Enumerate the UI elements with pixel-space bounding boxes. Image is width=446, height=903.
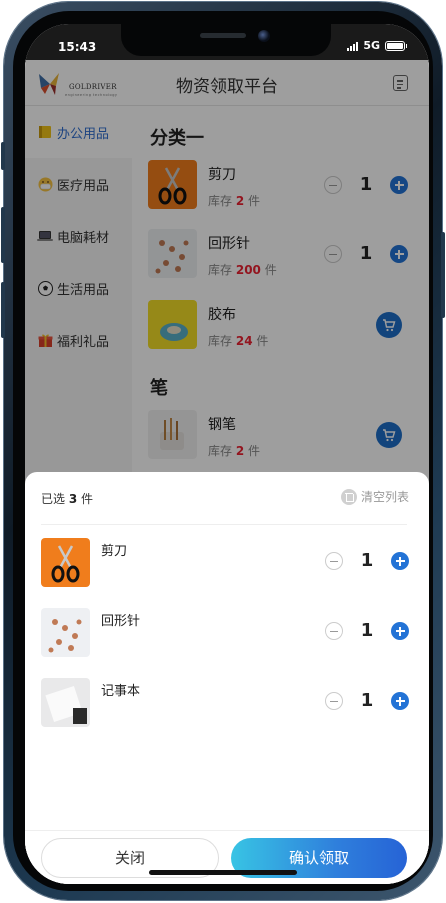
phone-frame: 15:43 5G GOLDRIVER engineering technolog… bbox=[1, 2, 445, 900]
quantity-stepper: 1 bbox=[325, 620, 409, 644]
increase-button[interactable] bbox=[391, 622, 409, 640]
camera-icon bbox=[258, 30, 270, 42]
decrease-button[interactable] bbox=[325, 692, 343, 710]
selected-item-name: 剪刀 bbox=[101, 544, 128, 559]
quantity-value: 1 bbox=[360, 620, 374, 641]
notch bbox=[121, 24, 331, 56]
notebook-image bbox=[41, 678, 90, 727]
selected-item-scissors: 剪刀 1 bbox=[41, 538, 411, 590]
quantity-stepper: 1 bbox=[325, 690, 409, 714]
scissors-image bbox=[41, 538, 90, 587]
selected-item-name: 记事本 bbox=[101, 684, 141, 699]
decrease-button[interactable] bbox=[325, 552, 343, 570]
signal-icon bbox=[347, 41, 359, 51]
selected-item-name: 回形针 bbox=[101, 614, 141, 629]
selected-item-paperclip: 回形针 1 bbox=[41, 608, 411, 660]
status-time: 15:43 bbox=[58, 40, 97, 54]
battery-icon bbox=[385, 40, 407, 51]
trash-icon bbox=[340, 488, 357, 505]
status-indicators: 5G bbox=[347, 39, 407, 52]
speaker bbox=[200, 33, 246, 38]
increase-button[interactable] bbox=[391, 552, 409, 570]
mute-switch bbox=[1, 142, 5, 170]
app-view: GOLDRIVER engineering technology 物资领取平台 … bbox=[25, 60, 429, 884]
quantity-stepper: 1 bbox=[325, 550, 409, 574]
power-button bbox=[441, 232, 445, 318]
divider bbox=[41, 524, 407, 525]
selected-items-sheet: 已选 3 件 清空列表 剪刀 1 回形针 1 记事本 1 关闭 确认领取 bbox=[25, 472, 429, 884]
increase-button[interactable] bbox=[391, 692, 409, 710]
paperclip-image bbox=[41, 608, 90, 657]
volume-up-button bbox=[1, 207, 5, 263]
clear-list-label: 清空列表 bbox=[360, 490, 409, 504]
quantity-value: 1 bbox=[360, 690, 374, 711]
decrease-button[interactable] bbox=[325, 622, 343, 640]
sheet-footer: 关闭 确认领取 bbox=[25, 830, 429, 884]
clear-list-button[interactable]: 清空列表 bbox=[340, 488, 409, 505]
volume-down-button bbox=[1, 282, 5, 338]
selected-item-notebook: 记事本 1 bbox=[41, 678, 411, 730]
network-label: 5G bbox=[363, 39, 380, 52]
phone-screen: 15:43 5G GOLDRIVER engineering technolog… bbox=[25, 24, 429, 884]
home-indicator[interactable] bbox=[149, 870, 297, 875]
selected-count-label: 已选 3 件 bbox=[41, 492, 94, 506]
quantity-value: 1 bbox=[360, 550, 374, 571]
